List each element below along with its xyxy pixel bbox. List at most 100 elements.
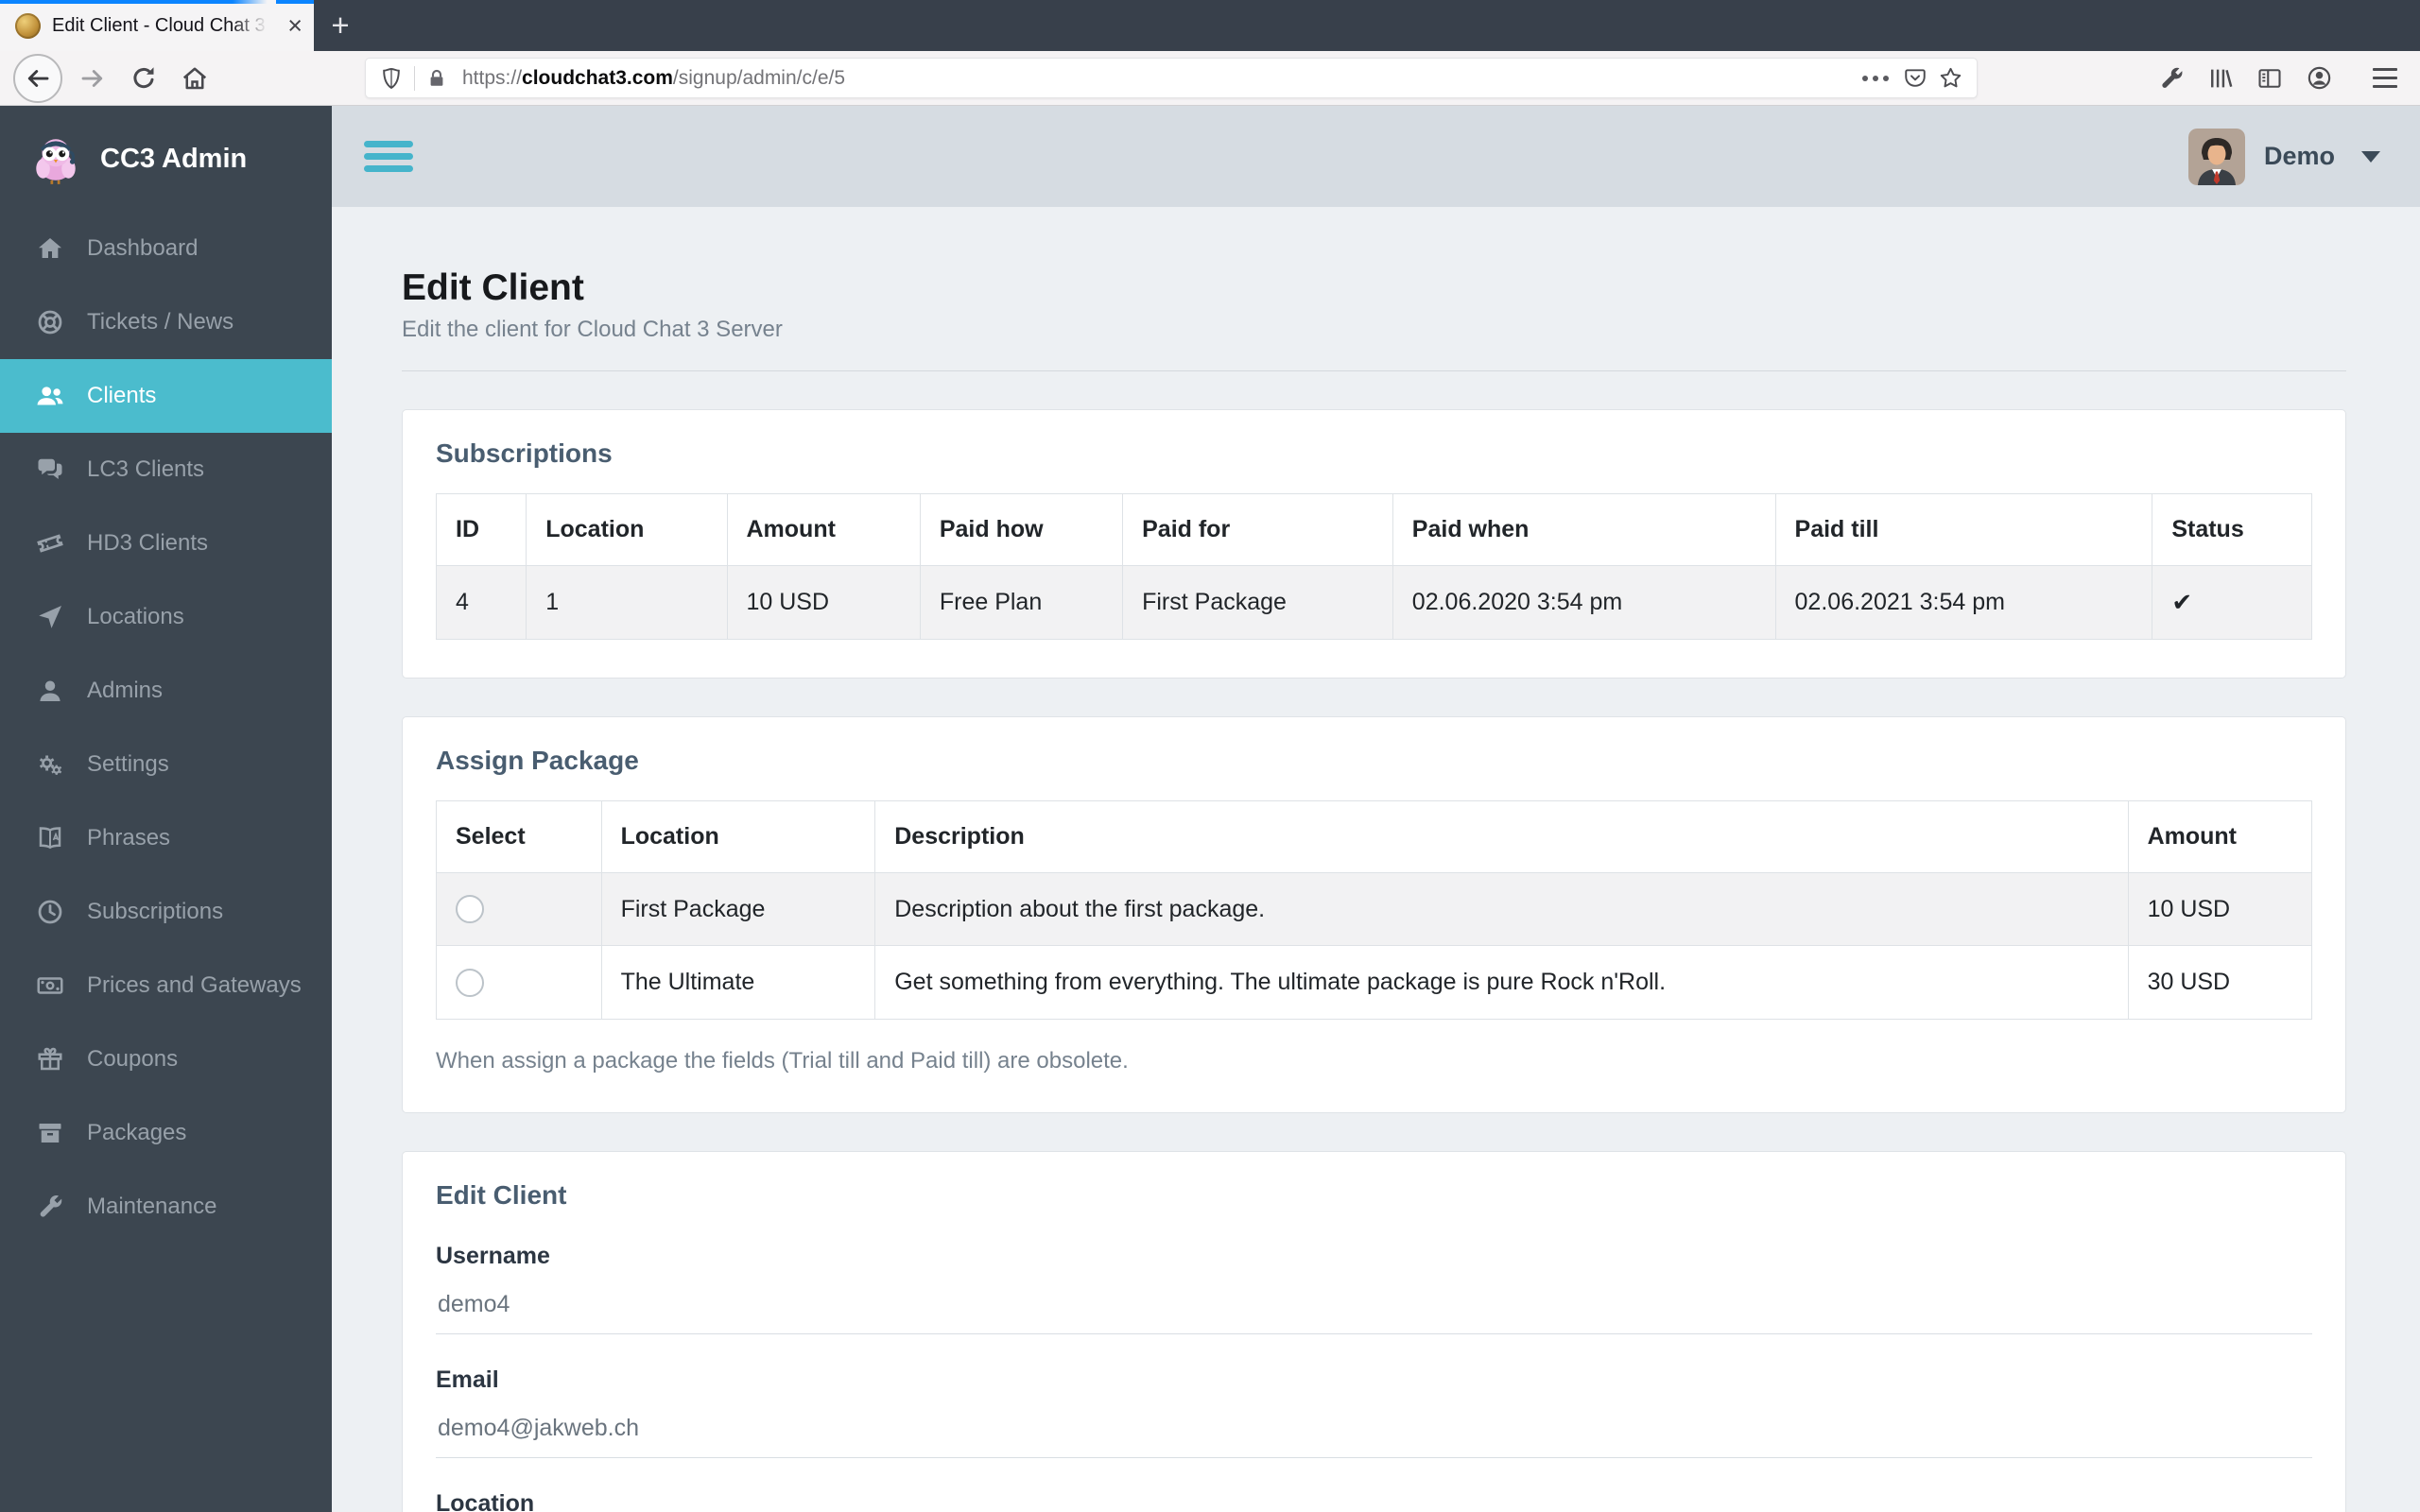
wrench-icon [40,1195,62,1217]
cell-id: 4 [435,565,527,640]
user-name: Demo [2263,142,2335,170]
email-label: Email [436,1366,499,1393]
wrench-icon [2162,67,2183,88]
sidebar: CC3 Admin Dashboard Tickets / News Clien… [0,106,332,1512]
table-row: First Package Description about the firs… [436,871,2313,947]
browser-toolbar: https://cloudchat3.com/signup/admin/c/e/… [0,51,2420,106]
brand-name: CC3 Admin [100,143,248,174]
sidebar-item-tickets-news[interactable]: Tickets / News [0,285,332,359]
sidebar-item-label: Phrases [87,825,171,850]
cell-location: First Package [600,871,876,947]
lock-icon[interactable] [425,67,448,90]
sidebar-item-label: Subscriptions [87,899,224,924]
home-button[interactable] [174,64,216,93]
avatar-image [2187,128,2245,185]
language-book-icon [39,827,61,850]
col-header-paid-for: Paid for [1122,493,1393,566]
sidebar-item-phrases[interactable]: Phrases [0,801,332,875]
users-icon [37,387,63,405]
url-host: cloudchat3.com [522,66,673,89]
tab-close-icon[interactable]: × [287,12,302,39]
subscriptions-table: ID Location Amount Paid how Paid for Pai… [435,493,2312,640]
home-icon [39,238,61,258]
sidebar-item-maintenance[interactable]: Maintenance [0,1170,332,1244]
topbar: Demo [332,106,2420,207]
assign-package-card: Assign Package Select Location Descripti… [402,716,2346,1113]
header-divider [402,370,2346,371]
sidebar-item-label: Coupons [87,1046,179,1072]
sidebar-item-clients[interactable]: Clients [0,359,332,433]
sidebar-toggle-button[interactable] [2250,65,2290,92]
browser-tab-bar: Edit Client - Cloud Chat 3 :: Adm × + [0,0,2420,51]
page-actions-icon[interactable] [1862,75,1889,81]
package-radio[interactable] [456,895,484,924]
cell-location: 1 [526,565,728,640]
card-title: Edit Client [436,1179,567,1210]
pocket-save-icon[interactable] [1903,66,1927,91]
sidebar-item-admins[interactable]: Admins [0,654,332,728]
owl-logo-icon [36,139,76,184]
new-tab-button[interactable]: + [314,0,367,51]
sidebar-collapse-button[interactable] [364,141,413,172]
email-input[interactable]: demo4@jakweb.ch [436,1394,2312,1458]
account-button[interactable] [2299,64,2339,92]
package-radio[interactable] [456,968,484,997]
page-title: Edit Client [402,267,584,308]
sidebar-item-label: Maintenance [87,1194,217,1219]
cell-amount: 10 USD [726,565,921,640]
col-header-status: Status [2152,493,2312,566]
browser-tab[interactable]: Edit Client - Cloud Chat 3 :: Adm × [0,0,314,51]
url-path: /signup/admin/c/e/5 [672,66,846,89]
bookmark-star-icon[interactable] [1938,65,1963,91]
cell-select [436,871,602,947]
clock-icon [38,900,62,924]
sidebar-item-coupons[interactable]: Coupons [0,1022,332,1096]
sidebar-item-hd3-clients[interactable]: HD3 Clients [0,507,332,580]
address-bar[interactable]: https://cloudchat3.com/signup/admin/c/e/… [365,58,1978,98]
url-protocol: https:// [462,66,523,89]
edit-client-card: Edit Client Username demo4 Email demo4@j… [402,1150,2346,1512]
back-button[interactable] [13,53,62,103]
sidebar-item-locations[interactable]: Locations [0,580,332,654]
cell-amount: 10 USD [2127,871,2313,947]
sidebar-item-settings[interactable]: Settings [0,728,332,801]
browser-menu-button[interactable] [2363,68,2407,88]
account-icon [2308,66,2330,90]
sidebar-item-label: Tickets / News [87,309,234,335]
cell-select [436,945,602,1020]
col-header-description: Description [874,800,2129,873]
col-header-location: Location [526,493,728,566]
tracking-protection-shield-icon[interactable] [379,66,404,91]
url-text: https://cloudchat3.com/signup/admin/c/e/… [462,67,845,90]
sidebar-item-label: Admins [87,678,164,703]
sidebar-item-dashboard[interactable]: Dashboard [0,212,332,285]
forward-button[interactable] [72,64,113,93]
col-header-location: Location [600,800,876,873]
tab-title-wrap: Edit Client - Cloud Chat 3 :: Adm [52,0,277,51]
reload-button[interactable] [123,64,164,93]
cell-description: Description about the first package. [874,871,2129,947]
user-icon [40,680,60,701]
sidebar-item-label: Locations [87,604,184,629]
col-header-paid-when: Paid when [1392,493,1776,566]
sidebar-item-prices-gateways[interactable]: Prices and Gateways [0,949,332,1022]
urlbar-separator [414,65,415,91]
card-title: Assign Package [436,746,639,775]
col-header-paid-till: Paid till [1774,493,2153,566]
sidebar-item-label: Dashboard [87,235,199,261]
assign-package-note: When assign a package the fields (Trial … [436,1047,1129,1074]
assign-package-table: Select Location Description Amount First… [436,800,2313,1020]
life-ring-icon [38,310,62,335]
library-button[interactable] [2201,65,2240,92]
sidebar-item-packages[interactable]: Packages [0,1096,332,1170]
archive-box-icon [39,1124,61,1143]
sidebar-item-label: HD3 Clients [87,530,209,556]
sidebar-item-subscriptions[interactable]: Subscriptions [0,875,332,949]
username-input[interactable]: demo4 [436,1270,2312,1334]
col-header-amount: Amount [726,493,921,566]
brand[interactable]: CC3 Admin [0,106,332,212]
user-menu[interactable]: Demo [2187,128,2380,185]
developer-wrench-button[interactable] [2152,65,2191,92]
sidebar-item-lc3-clients[interactable]: LC3 Clients [0,433,332,507]
username-label: Username [436,1242,550,1269]
